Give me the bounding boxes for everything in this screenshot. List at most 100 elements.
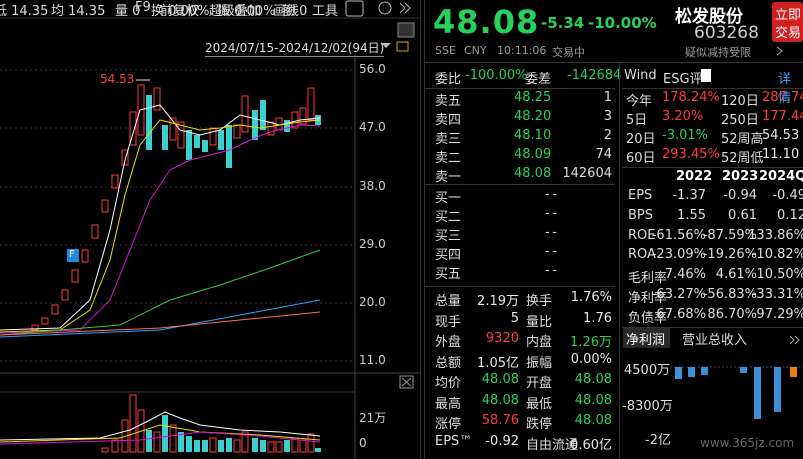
buy-order-row[interactable]: 买三 - - bbox=[435, 225, 615, 244]
volume-bar bbox=[129, 394, 137, 453]
wp-icon[interactable] bbox=[397, 22, 415, 38]
stat-row[interactable]: 最高 48.08 最低 48.08 bbox=[435, 393, 615, 412]
fin-value: -33.31% bbox=[751, 287, 803, 302]
stock-code: 603268 bbox=[694, 23, 759, 43]
stat-label: 最高 bbox=[435, 396, 462, 412]
order-volume: 142604 bbox=[562, 166, 612, 181]
esg-icon bbox=[701, 69, 711, 82]
stat-row[interactable]: 总额 1.05亿 振幅 0.00% bbox=[435, 352, 615, 371]
volume-bar bbox=[315, 448, 321, 452]
chevron-right-icon[interactable] bbox=[775, 46, 787, 56]
sell-order-row[interactable]: 卖五 48.25 1 bbox=[435, 90, 615, 109]
sell-order-row[interactable]: 卖一 48.08 142604 bbox=[435, 166, 615, 185]
restriction-tag[interactable]: 疑似减持受限 bbox=[685, 44, 751, 60]
volume-bar bbox=[202, 440, 208, 452]
fin-row[interactable]: 净利率 -63.27% -56.83% -33.31% bbox=[626, 287, 803, 306]
volume-bar bbox=[260, 440, 266, 452]
expand-icon[interactable] bbox=[399, 2, 411, 14]
kline-chart-panel[interactable]: 低 14.35 均 14.35 量 0 换 0.00% 振 0.00% 额 0 … bbox=[0, 0, 420, 459]
year-2023: 2023 bbox=[722, 169, 759, 184]
date-range[interactable]: 2024/07/15-2024/12/02(94日) bbox=[205, 39, 385, 57]
fin-value: -63.27% bbox=[651, 287, 706, 302]
fin-value: 97.29% bbox=[756, 306, 803, 322]
currency-label: CNY bbox=[464, 44, 487, 57]
fin-row[interactable]: EPS -1.37 -0.94 -0.49 bbox=[626, 188, 803, 207]
candlestick bbox=[111, 174, 119, 189]
stat-label: 总量 bbox=[435, 294, 462, 309]
stat-row[interactable]: 外盘 9320 内盘 1.26万 bbox=[435, 331, 615, 350]
volume-bar bbox=[186, 436, 192, 452]
price-change-pct: -10.00% bbox=[588, 14, 657, 32]
volume-bar bbox=[111, 439, 119, 453]
return-row[interactable]: 60日 293.45% 52周低 11.10 bbox=[626, 147, 803, 166]
bar-axis-mid: -8300万 bbox=[622, 399, 673, 414]
stat-row[interactable]: EPS™ -0.92 自由流通 0.60亿 bbox=[435, 434, 615, 453]
order-price: 48.10 bbox=[514, 128, 552, 143]
order-price: 48.09 bbox=[514, 147, 552, 162]
buy-order-row[interactable]: 买四 - - bbox=[435, 244, 615, 263]
return-row[interactable]: 今年 178.24%120日287.74% bbox=[626, 90, 803, 109]
lock-small-icon[interactable] bbox=[396, 41, 409, 52]
tab-wind[interactable]: Wind bbox=[624, 68, 657, 83]
buy-order-row[interactable]: 买一 - - bbox=[435, 187, 615, 206]
order-price: - bbox=[545, 225, 550, 240]
fin-label: EPS bbox=[628, 188, 653, 203]
stat-value: 9320 bbox=[485, 331, 519, 346]
candlestick bbox=[233, 124, 241, 139]
stat-label: 现手 bbox=[435, 314, 462, 330]
stat-row[interactable]: 涨停 58.76 跌停 48.08 bbox=[435, 413, 615, 432]
return-label: 120日 bbox=[721, 94, 759, 109]
current-price: 48.08 bbox=[433, 3, 540, 41]
return-row[interactable]: 20日 -3.01% 52周高 54.53 bbox=[626, 128, 803, 147]
stat-label: 内盘 bbox=[526, 335, 553, 350]
stat-label: 换手 bbox=[526, 294, 553, 309]
tab-esg[interactable]: ESG评 bbox=[663, 68, 703, 87]
order-label: 卖二 bbox=[435, 151, 462, 166]
stat-row[interactable]: 现手 5 量比 1.76 bbox=[435, 311, 615, 330]
fin-row[interactable]: ROE -61.56% -87.59% 133.86% bbox=[626, 228, 803, 247]
order-label: 卖一 bbox=[435, 170, 462, 185]
stat-value: 1.76 bbox=[583, 310, 612, 326]
stat-row[interactable]: 总量 2.19万 换手 1.76% bbox=[435, 290, 615, 309]
fin-value: 86.70% bbox=[707, 306, 757, 322]
volume-bar bbox=[307, 433, 315, 453]
return-row[interactable]: 5日 3.20% 250日177.44% bbox=[626, 109, 803, 128]
order-label: 买四 bbox=[435, 248, 462, 263]
fin-row[interactable]: 毛利率 7.46% 4.61% 10.50% bbox=[626, 267, 803, 286]
buy-order-row[interactable]: 买五 - - bbox=[435, 263, 615, 282]
fin-row[interactable]: 负债率 67.68% 86.70% 97.29% bbox=[626, 307, 803, 326]
tab-revenue[interactable]: 营业总收入 bbox=[682, 329, 747, 348]
buy-order-row[interactable]: 买二 - - bbox=[435, 206, 615, 225]
sell-order-row[interactable]: 卖三 48.10 2 bbox=[435, 128, 615, 147]
order-price: - bbox=[545, 206, 550, 221]
stat-value: 48.08 bbox=[481, 392, 519, 408]
fin-value: 133.86% bbox=[748, 227, 803, 243]
watermark: www.365jz.com bbox=[700, 436, 795, 450]
return-label: 52周低 bbox=[721, 151, 764, 166]
stat-value: 1.76% bbox=[570, 290, 612, 305]
more-icon[interactable] bbox=[789, 335, 801, 345]
candlestick bbox=[307, 87, 315, 121]
fin-value: -23.09% bbox=[651, 247, 706, 263]
order-price: 48.20 bbox=[514, 109, 552, 124]
sell-order-row[interactable]: 卖四 48.20 3 bbox=[435, 109, 615, 128]
fin-value: -61.56% bbox=[651, 227, 706, 243]
stat-row[interactable]: 均价 48.08 开盘 48.08 bbox=[435, 372, 615, 391]
time-label: 10:11:06 bbox=[497, 44, 547, 57]
order-price: - bbox=[545, 244, 550, 259]
volume-bar bbox=[101, 447, 109, 453]
order-label: 买二 bbox=[435, 210, 462, 225]
gear-icon[interactable] bbox=[378, 1, 392, 15]
fin-row[interactable]: ROA -23.09% -19.26% -10.82% bbox=[626, 247, 803, 266]
fin-row[interactable]: BPS 1.55 0.61 0.12 bbox=[626, 208, 803, 227]
lock-icon[interactable] bbox=[345, 0, 364, 17]
tab-net-profit[interactable]: 净利润 bbox=[623, 328, 670, 348]
order-price: 48.08 bbox=[514, 166, 552, 181]
stat-label: 外盘 bbox=[435, 335, 462, 350]
buy-now-button[interactable]: 立即 交易 bbox=[772, 2, 803, 42]
candlestick bbox=[284, 120, 290, 132]
candlestick bbox=[194, 135, 200, 148]
sell-order-row[interactable]: 卖二 48.09 74 bbox=[435, 147, 615, 166]
fin-value: 4.61% bbox=[715, 267, 757, 283]
candlestick bbox=[252, 110, 258, 140]
